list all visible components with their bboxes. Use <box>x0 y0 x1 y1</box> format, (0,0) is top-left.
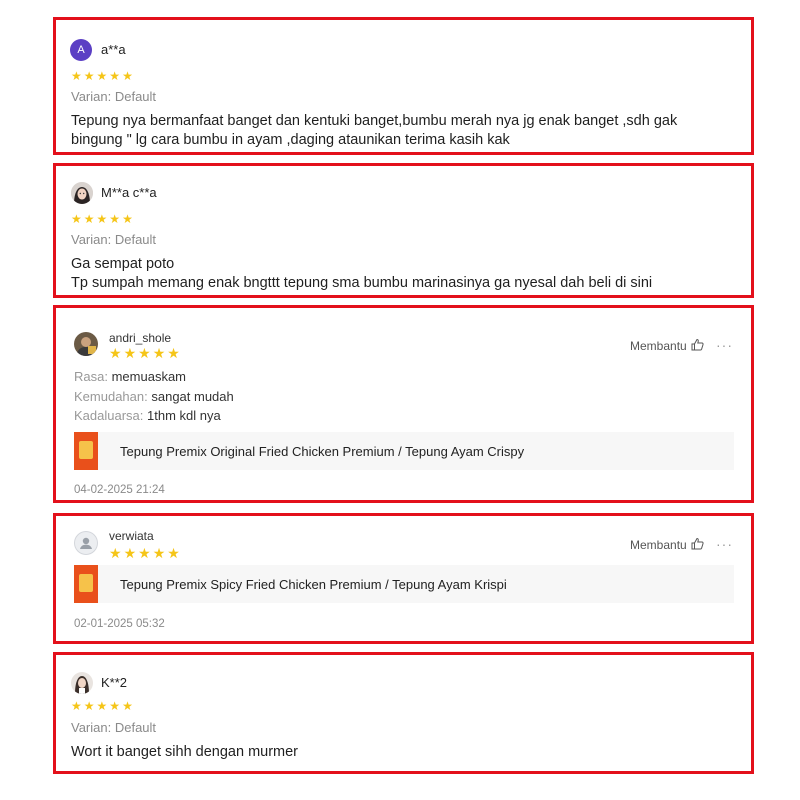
avatar[interactable] <box>71 182 93 204</box>
star-icon: ★ <box>96 212 108 226</box>
star-icon: ★ <box>71 69 82 83</box>
review-date: 02-01-2025 05:32 <box>74 618 165 630</box>
attribute-value: sangat mudah <box>151 389 234 404</box>
star-icon: ★ <box>71 212 82 226</box>
star-icon: ★ <box>71 699 82 713</box>
reviewer-name[interactable]: a**a <box>101 42 126 57</box>
star-rating: ★ ★ ★ ★ ★ <box>71 70 133 82</box>
star-icon: ★ <box>109 212 121 226</box>
star-icon: ★ <box>109 545 122 561</box>
review-card: M**a c**a ★ ★ ★ ★ ★ Varian: Default Ga sempa… <box>53 163 754 298</box>
star-icon: ★ <box>167 345 180 361</box>
star-icon: ★ <box>122 69 133 83</box>
attribute-value: memuaskam <box>111 369 187 384</box>
review-date: 04-02-2025 21:24 <box>74 484 165 496</box>
reviewer-name[interactable]: verwiata <box>109 529 154 543</box>
star-icon: ★ <box>167 545 180 561</box>
reviewer-name[interactable]: andri_shole <box>109 331 171 345</box>
star-rating: ★ ★ ★ ★ ★ <box>109 546 180 560</box>
product-link[interactable]: Tepung Premix Original Fried Chicken Pre… <box>74 432 734 470</box>
review-text-line: Tp sumpah memang enak bngttt tepung sma … <box>71 275 653 291</box>
user-placeholder-icon[interactable] <box>74 531 98 555</box>
star-icon: ★ <box>152 545 166 561</box>
helpful-button[interactable]: Membantu <box>630 338 704 354</box>
more-options-icon[interactable]: ··· <box>716 337 733 353</box>
attribute-key: Rasa: <box>74 369 108 384</box>
attribute-value: 1thm kdl nya <box>147 408 221 423</box>
reviewer-name[interactable]: M**a c**a <box>101 185 157 200</box>
reviewer-name[interactable]: K**2 <box>101 675 127 690</box>
review-card: K**2 ★ ★ ★ ★ ★ Varian: Default Wort it bange… <box>53 652 754 774</box>
star-rating: ★ ★ ★ ★ ★ <box>109 346 180 360</box>
product-name: Tepung Premix Original Fried Chicken Pre… <box>120 443 525 459</box>
star-icon: ★ <box>109 69 121 83</box>
star-icon: ★ <box>96 699 108 713</box>
star-icon: ★ <box>109 699 121 713</box>
star-icon: ★ <box>138 545 151 561</box>
star-icon: ★ <box>122 212 133 226</box>
star-rating: ★ ★ ★ ★ ★ <box>71 700 133 712</box>
helpful-button[interactable]: Membantu <box>630 537 704 553</box>
star-icon: ★ <box>83 699 95 713</box>
star-icon: ★ <box>152 345 166 361</box>
review-text-line: Wort it banget sihh dengan murmer <box>71 744 299 760</box>
attribute-row: Kadaluarsa: 1thm kdl nya <box>74 408 221 423</box>
more-options-icon[interactable]: ··· <box>716 536 733 552</box>
attribute-row: Rasa: memuaskam <box>74 369 186 384</box>
avatar[interactable]: A <box>70 39 92 61</box>
product-thumbnail <box>74 565 98 603</box>
star-icon: ★ <box>123 545 137 561</box>
review-card: andri_shole ★ ★ ★ ★ ★ Membantu ··· Rasa: mem… <box>53 305 754 503</box>
review-card: verwiata ★ ★ ★ ★ ★ Membantu ··· Tepung Premi… <box>53 513 754 644</box>
review-text-line: bingung " lg cara bumbu in ayam ,daging … <box>71 132 510 148</box>
product-name: Tepung Premix Spicy Fried Chicken Premiu… <box>120 576 507 592</box>
star-icon: ★ <box>96 69 108 83</box>
attribute-row: Kemudahan: sangat mudah <box>74 389 234 404</box>
review-text-line: Ga sempat poto <box>71 256 175 272</box>
star-icon: ★ <box>109 345 122 361</box>
variant-label: Varian: Default <box>71 720 157 735</box>
avatar[interactable] <box>71 672 93 694</box>
product-link[interactable]: Tepung Premix Spicy Fried Chicken Premiu… <box>74 565 734 603</box>
review-text-line: Tepung nya bermanfaat banget dan kentuki… <box>71 113 678 129</box>
star-rating: ★ ★ ★ ★ ★ <box>71 213 133 225</box>
thumbs-up-icon <box>691 338 704 354</box>
thumbs-up-icon <box>691 537 704 553</box>
attribute-key: Kadaluarsa: <box>74 408 144 423</box>
review-card: A a**a ★ ★ ★ ★ ★ Varian: Default Tepung nya … <box>53 17 754 155</box>
helpful-label: Membantu <box>630 538 687 552</box>
star-icon: ★ <box>123 345 137 361</box>
star-icon: ★ <box>83 69 95 83</box>
star-icon: ★ <box>83 212 95 226</box>
star-icon: ★ <box>138 345 151 361</box>
variant-label: Varian: Default <box>71 232 157 247</box>
helpful-label: Membantu <box>630 339 687 353</box>
attribute-key: Kemudahan: <box>74 389 148 404</box>
variant-label: Varian: Default <box>71 89 157 104</box>
star-icon: ★ <box>122 699 133 713</box>
product-thumbnail <box>74 432 98 470</box>
avatar[interactable] <box>74 332 98 356</box>
